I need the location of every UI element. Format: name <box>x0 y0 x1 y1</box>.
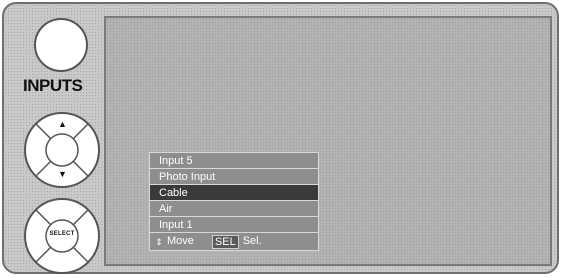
input-menu: Input 5 Photo Input Cable Air Input 1 ⇕ … <box>149 152 319 251</box>
select-hint: Sel. <box>242 235 262 247</box>
tv-guide-frame: INPUTS ▲ ▼ SELECT Input 5 Photo Input Ca… <box>2 2 559 274</box>
menu-item-input-5[interactable]: Input 5 <box>150 153 318 169</box>
menu-footer: ⇕ Move SEL Sel. <box>150 233 318 250</box>
arrow-up-icon[interactable]: ▲ <box>58 120 67 129</box>
arrow-down-icon[interactable]: ▼ <box>58 170 67 179</box>
select-button-label: SELECT <box>49 231 75 237</box>
up-down-arrows-icon: ⇕ <box>155 236 163 247</box>
select-pad[interactable]: SELECT <box>22 196 102 276</box>
tv-screen: Input 5 Photo Input Cable Air Input 1 ⇕ … <box>104 16 552 266</box>
inputs-label: INPUTS <box>23 76 83 95</box>
menu-item-input-1[interactable]: Input 1 <box>150 217 318 233</box>
menu-item-photo-input[interactable]: Photo Input <box>150 169 318 185</box>
menu-item-cable[interactable]: Cable <box>150 185 318 201</box>
menu-item-air[interactable]: Air <box>150 201 318 217</box>
remote-panel: INPUTS ▲ ▼ SELECT <box>4 4 104 274</box>
sel-key-chip: SEL <box>211 234 239 249</box>
inputs-button[interactable] <box>34 18 88 72</box>
navigation-pad[interactable]: ▲ ▼ <box>22 110 102 190</box>
move-hint: Move <box>167 235 194 247</box>
